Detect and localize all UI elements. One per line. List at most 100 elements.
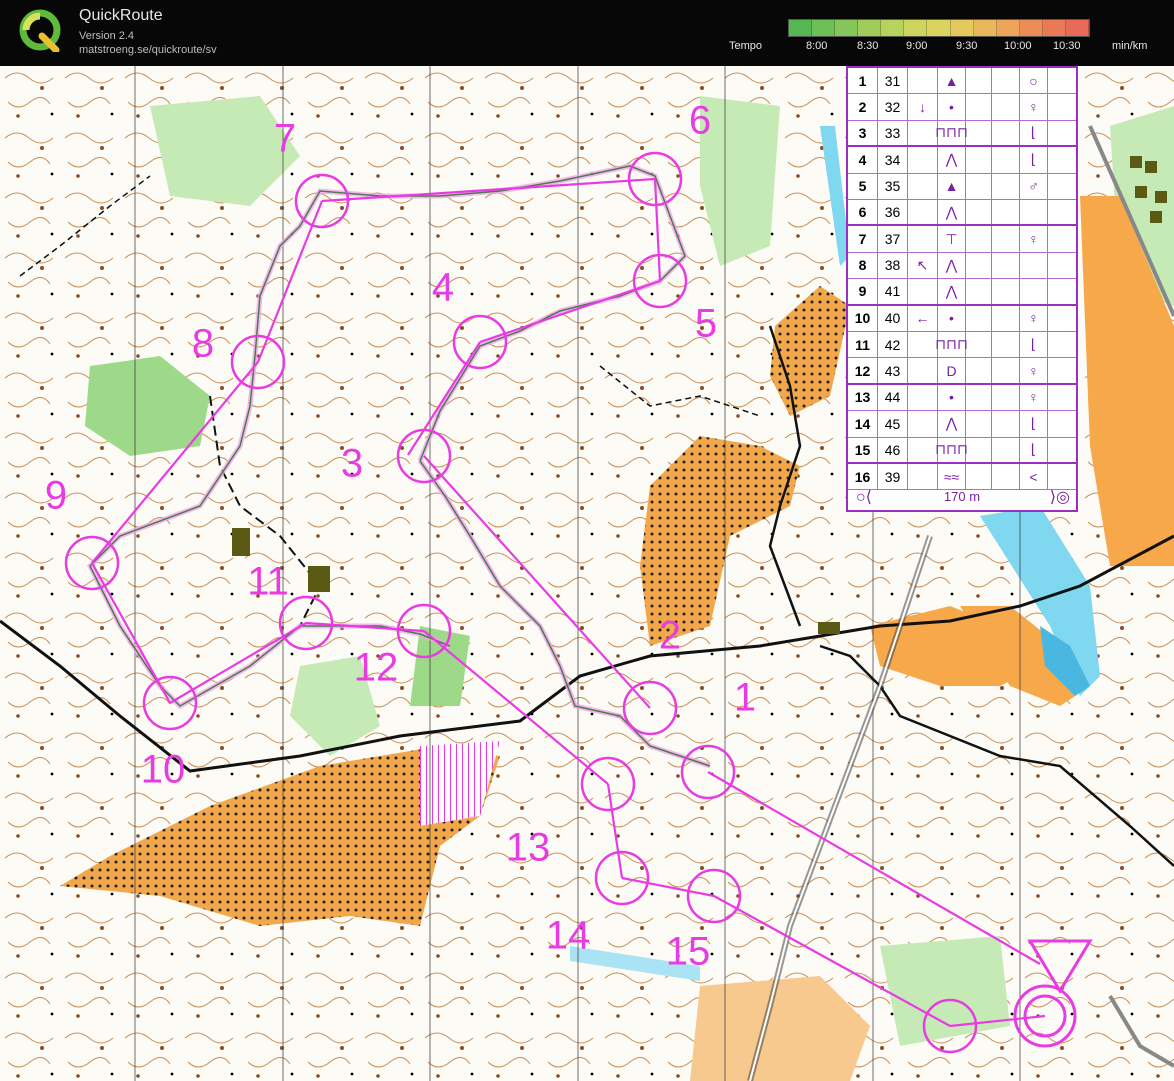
description-cell-num: 11 xyxy=(848,332,878,358)
description-cell-e xyxy=(966,94,992,120)
control-number-label: 9 xyxy=(45,474,67,518)
description-cell-c xyxy=(908,384,938,411)
description-cell-e xyxy=(966,305,992,331)
description-cell-g: ○ xyxy=(1020,68,1048,94)
description-cell-code: 45 xyxy=(878,411,908,437)
description-cell-h xyxy=(1048,174,1076,199)
description-cell-code: 46 xyxy=(878,437,908,462)
description-cell-code: 38 xyxy=(878,252,908,279)
description-cell-c xyxy=(908,358,938,383)
description-cell-h xyxy=(1048,226,1076,251)
description-cell-c xyxy=(908,200,938,225)
description-cell-h xyxy=(1048,68,1076,93)
control-number-label: 3 xyxy=(341,442,363,486)
description-cell-num: 2 xyxy=(848,94,878,120)
description-cell-d: ⊓⊓⊓ xyxy=(935,332,968,358)
description-cell-g xyxy=(1020,279,1048,304)
tempo-color-cell xyxy=(950,20,974,36)
description-cell-h xyxy=(1048,147,1076,172)
tempo-color-cell xyxy=(996,20,1020,36)
description-cell-f xyxy=(992,332,1020,358)
description-cell-f xyxy=(992,305,1020,331)
description-cell-g: ⌊ xyxy=(1020,120,1048,146)
description-cell-e xyxy=(966,68,992,94)
tempo-tick: 8:30 xyxy=(857,40,879,52)
description-cell-c: ↓ xyxy=(908,94,938,120)
description-cell-g: ♂ xyxy=(1020,173,1048,199)
description-cell-h xyxy=(1048,121,1076,145)
description-cell-d: ⊓⊓⊓ xyxy=(935,437,968,462)
description-cell-f xyxy=(992,94,1020,120)
description-cell-f xyxy=(992,68,1020,94)
tempo-color-cell xyxy=(881,20,905,36)
app-url[interactable]: matstroeng.se/quickroute/sv xyxy=(79,44,217,56)
description-cell-c xyxy=(908,279,938,304)
description-row: 3 33 ⊓⊓⊓ ⌊ xyxy=(848,120,1076,148)
description-row: 10 40 ← • ♀ xyxy=(848,305,1076,332)
description-cell-c xyxy=(908,411,938,437)
description-cell-g: ♀ xyxy=(1020,305,1048,331)
orienteering-map[interactable]: 1 2 3 4 5 6 7 8 9 10 11 12 13 14 15 1 31 ▲ ○ 2 32 ↓ • ♀ 3 33 ⊓⊓⊓ ⌊… xyxy=(0,66,1174,1081)
app-title: QuickRoute xyxy=(79,7,163,24)
description-cell-g: ♀ xyxy=(1020,94,1048,120)
description-cell-code: 41 xyxy=(878,279,908,304)
control-number-label: 13 xyxy=(506,826,551,870)
description-cell-code: 34 xyxy=(878,147,908,173)
description-cell-h xyxy=(1048,438,1076,462)
description-cell-f xyxy=(992,226,1020,252)
title-bar: QuickRoute Version 2.4 matstroeng.se/qui… xyxy=(0,0,1174,66)
description-cell-num: 10 xyxy=(848,305,878,331)
description-cell-d: • xyxy=(938,305,966,331)
control-number-label: 6 xyxy=(689,99,711,143)
description-cell-h xyxy=(1048,411,1076,436)
description-cell-code: 40 xyxy=(878,305,908,331)
description-row: 14 45 ⋀ ⌊ xyxy=(848,411,1076,438)
description-cell-g xyxy=(1020,252,1048,279)
description-row: 15 46 ⊓⊓⊓ ⌊ xyxy=(848,437,1076,464)
description-cell-d: • xyxy=(938,384,966,411)
description-cell-code: 31 xyxy=(878,68,908,94)
description-cell-num: 4 xyxy=(848,147,878,173)
description-cell-e xyxy=(966,384,992,411)
description-cell-f xyxy=(992,279,1020,304)
tempo-color-cell xyxy=(835,20,859,36)
description-cell-d: ⊤ xyxy=(938,226,966,252)
description-cell-f xyxy=(992,384,1020,411)
description-cell-code: 37 xyxy=(878,226,908,252)
finish-distance: 170 m xyxy=(943,489,981,504)
description-cell-code: 44 xyxy=(878,384,908,411)
description-cell-g: ⌊ xyxy=(1020,437,1048,462)
description-cell-code: 35 xyxy=(878,173,908,199)
description-cell-d: ▲ xyxy=(938,173,966,199)
quickroute-logo xyxy=(19,9,61,52)
control-number-label: 12 xyxy=(354,646,399,690)
description-cell-e xyxy=(966,279,992,304)
description-cell-code: 33 xyxy=(878,120,908,146)
tempo-color-cell xyxy=(1042,20,1066,36)
control-number-label: 10 xyxy=(141,748,186,792)
description-cell-f xyxy=(992,173,1020,199)
tempo-tick: 10:30 xyxy=(1053,40,1081,52)
finish-icon: ⟩◎ xyxy=(1049,489,1070,506)
description-cell-code: 42 xyxy=(878,332,908,358)
description-cell-d: ⊓⊓⊓ xyxy=(935,120,968,146)
description-cell-c xyxy=(908,147,938,173)
description-cell-g xyxy=(1020,200,1048,225)
description-cell-f xyxy=(992,200,1020,225)
description-cell-e xyxy=(966,200,992,225)
tempo-tick: 9:00 xyxy=(906,40,928,52)
description-cell-g: ♀ xyxy=(1020,384,1048,411)
description-cell-g: ⌊ xyxy=(1020,411,1048,437)
tempo-tick: 10:00 xyxy=(1004,40,1032,52)
tempo-color-scale xyxy=(788,19,1090,37)
description-cell-h xyxy=(1048,253,1076,278)
control-number-label: 4 xyxy=(432,266,454,310)
tempo-label: Tempo xyxy=(729,40,763,52)
description-cell-f xyxy=(992,358,1020,383)
description-cell-g: ⌊ xyxy=(1020,332,1048,358)
description-row: 8 38 ↖ ⋀ xyxy=(848,252,1076,280)
description-cell-d: ⋀ xyxy=(938,411,966,437)
description-row: 6 36 ⋀ xyxy=(848,200,1076,227)
tempo-color-cell xyxy=(812,20,836,36)
description-cell-h xyxy=(1048,200,1076,224)
